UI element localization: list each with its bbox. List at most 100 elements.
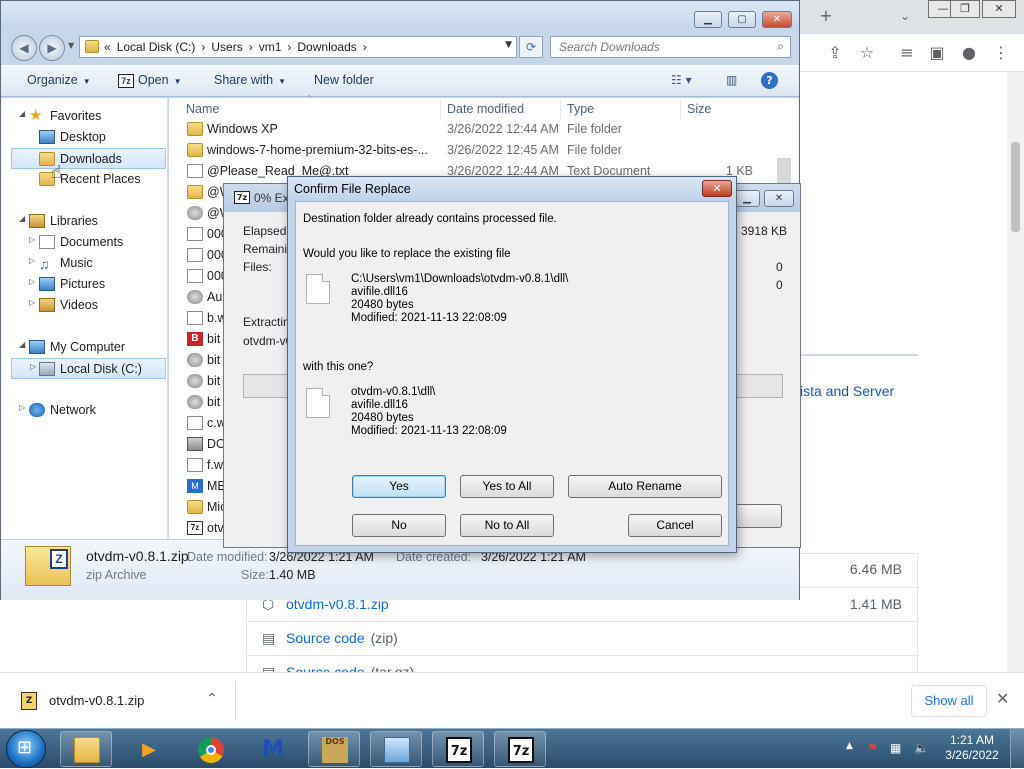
minimize-button[interactable]: ▁ bbox=[734, 190, 760, 207]
taskbar-dosbox[interactable]: DOS bbox=[308, 731, 360, 767]
download-item[interactable]: Z otvdm-v0.8.1.zip ⌃ bbox=[16, 687, 232, 715]
close-shelf-icon[interactable]: ✕ bbox=[996, 689, 1009, 708]
expand-arrow-icon: ▷ bbox=[29, 256, 36, 265]
nav-recent-places[interactable]: Recent Places bbox=[1, 169, 167, 190]
app-icon bbox=[187, 395, 203, 409]
no-to-all-button[interactable]: No to All bbox=[460, 514, 554, 537]
existing-file-icon bbox=[306, 274, 330, 304]
maximize-button[interactable]: ▢ bbox=[728, 11, 756, 28]
close-dialog-button[interactable]: ✕ bbox=[702, 180, 732, 197]
clock-date: 3/26/2022 bbox=[945, 748, 999, 762]
auto-rename-button[interactable]: Auto Rename bbox=[568, 475, 722, 498]
taskbar-media-player[interactable]: ▶ bbox=[122, 731, 174, 767]
column-separator[interactable] bbox=[440, 100, 441, 120]
share-icon[interactable]: ⇪ bbox=[824, 43, 846, 65]
nav-my-computer[interactable]: ◢ My Computer bbox=[1, 337, 167, 358]
clock[interactable]: 1:21 AM 3/26/2022 bbox=[942, 733, 1002, 763]
show-all-button[interactable]: Show all bbox=[911, 685, 987, 717]
file-row[interactable]: Windows XP 3/26/2022 12:44 AM File folder bbox=[183, 119, 793, 140]
nav-music[interactable]: ▷ ♫ Music bbox=[1, 253, 167, 274]
forward-button[interactable]: ▶ bbox=[39, 35, 65, 61]
action-center-flag-icon[interactable]: ⚑ bbox=[867, 741, 878, 755]
taskbar-7zip[interactable]: 7z bbox=[494, 731, 546, 767]
pictures-icon bbox=[39, 277, 55, 291]
menu-kebab-icon[interactable]: ⋮ bbox=[990, 43, 1012, 65]
reading-list-icon[interactable]: ≡ bbox=[896, 43, 918, 65]
recent-pages-dropdown[interactable]: ▼ bbox=[68, 41, 74, 50]
file-row[interactable]: windows-7-home-premium-32-bits-es-... 3/2… bbox=[183, 140, 793, 161]
details-file-type: zip Archive bbox=[86, 568, 147, 582]
share-with-button[interactable]: Share with ▼ bbox=[214, 73, 286, 87]
bookmark-star-icon[interactable]: ☆ bbox=[856, 43, 878, 65]
search-box[interactable]: ⌕ bbox=[550, 36, 791, 58]
refresh-button[interactable]: ⟳ bbox=[519, 36, 543, 58]
expand-arrow-icon: ▷ bbox=[29, 277, 36, 286]
change-view-icon[interactable]: ☷ ▾ bbox=[671, 73, 692, 87]
nav-pictures[interactable]: ▷ Pictures bbox=[1, 274, 167, 295]
close-window-button[interactable]: ✕ bbox=[764, 190, 794, 207]
network-status-icon[interactable]: ▦ bbox=[890, 741, 901, 755]
page-scrollbar[interactable] bbox=[1007, 72, 1024, 672]
nav-local-disk[interactable]: ▷ Local Disk (C:) bbox=[11, 358, 166, 379]
taskbar-explorer[interactable] bbox=[60, 731, 112, 767]
taskbar-7zip[interactable]: 7z bbox=[432, 731, 484, 767]
chevron-up-icon[interactable]: ⌃ bbox=[206, 691, 218, 707]
column-header-date[interactable]: Date modified bbox=[447, 102, 524, 116]
help-icon[interactable]: ? bbox=[761, 72, 778, 89]
column-separator[interactable] bbox=[680, 100, 681, 120]
address-dropdown-icon[interactable]: ▼ bbox=[505, 40, 512, 50]
restore-button[interactable]: ❐ bbox=[950, 0, 980, 18]
nav-desktop[interactable]: Desktop bbox=[1, 127, 167, 148]
scrollbar-thumb[interactable] bbox=[1011, 142, 1020, 232]
existing-file-size: 20480 bytes bbox=[351, 299, 414, 311]
asset-row[interactable]: ▤ Source code (tar.gz) bbox=[246, 655, 918, 672]
nav-downloads[interactable]: Downloads bbox=[11, 148, 166, 169]
yes-to-all-button[interactable]: Yes to All bbox=[460, 475, 554, 498]
minimize-button[interactable]: ▁ bbox=[694, 11, 722, 28]
address-bar[interactable]: «Local Disk (C:) › Users › vm1 › Downloads › ▼ bbox=[79, 36, 517, 58]
show-hidden-icons-icon[interactable]: ▲ bbox=[846, 741, 853, 751]
nav-videos[interactable]: ▷ Videos bbox=[1, 295, 167, 316]
asset-row[interactable]: ▤ Source code (zip) bbox=[246, 621, 918, 655]
column-header-type[interactable]: Type bbox=[567, 102, 594, 116]
column-header-size[interactable]: Size bbox=[687, 102, 711, 116]
collapse-arrow-icon: ◢ bbox=[19, 109, 26, 118]
side-panel-icon[interactable]: ▣ bbox=[926, 43, 948, 65]
breadcrumb[interactable]: «Local Disk (C:) › Users › vm1 › Downloads › bbox=[104, 40, 373, 54]
search-input[interactable] bbox=[557, 39, 767, 55]
nav-libraries[interactable]: ◢ Libraries bbox=[1, 211, 167, 232]
tab-search-icon[interactable]: ⌄ bbox=[894, 6, 916, 28]
file-icon bbox=[187, 269, 203, 283]
back-button[interactable]: ◀ bbox=[11, 35, 37, 61]
folder-icon bbox=[187, 122, 203, 136]
nav-favorites[interactable]: ◢ ★ Favorites bbox=[1, 106, 167, 127]
organize-button[interactable]: Organize ▼ bbox=[27, 73, 91, 87]
taskbar-control-panel[interactable] bbox=[370, 731, 422, 767]
taskbar-chrome[interactable] bbox=[184, 731, 236, 767]
new-tab-icon[interactable]: + bbox=[815, 6, 837, 28]
7zip-icon: 7z bbox=[118, 74, 134, 88]
close-window-button[interactable]: ✕ bbox=[982, 0, 1016, 18]
nav-documents[interactable]: ▷ Documents bbox=[1, 232, 167, 253]
cancel-button[interactable]: Cancel bbox=[628, 514, 722, 537]
asset-link[interactable]: Source code (zip) bbox=[286, 630, 398, 646]
profile-avatar-icon[interactable]: ● bbox=[958, 43, 980, 65]
date-modified-label: Date modified: bbox=[187, 550, 268, 564]
taskbar-malwarebytes[interactable]: M bbox=[246, 731, 298, 767]
no-button[interactable]: No bbox=[352, 514, 446, 537]
new-file-modified: Modified: 2021-11-13 22:08:09 bbox=[351, 425, 507, 437]
open-button[interactable]: 7z Open ▼ bbox=[118, 73, 182, 88]
nav-network[interactable]: ▷ Network bbox=[1, 400, 167, 421]
yes-button[interactable]: Yes bbox=[352, 475, 446, 498]
volume-icon[interactable]: 🔈 bbox=[914, 741, 929, 755]
column-separator[interactable] bbox=[560, 100, 561, 120]
app-icon bbox=[187, 374, 203, 388]
vista-server-link[interactable]: ista and Server bbox=[800, 383, 894, 399]
close-window-button[interactable]: ✕ bbox=[762, 11, 792, 28]
new-folder-button[interactable]: New folder bbox=[314, 73, 374, 87]
column-header-name[interactable]: Name bbox=[186, 102, 219, 116]
show-desktop-button[interactable] bbox=[1010, 729, 1024, 769]
preview-pane-icon[interactable]: ▥ bbox=[726, 73, 737, 87]
asset-link[interactable]: Source code (tar.gz) bbox=[286, 664, 414, 672]
start-button[interactable] bbox=[6, 730, 46, 768]
